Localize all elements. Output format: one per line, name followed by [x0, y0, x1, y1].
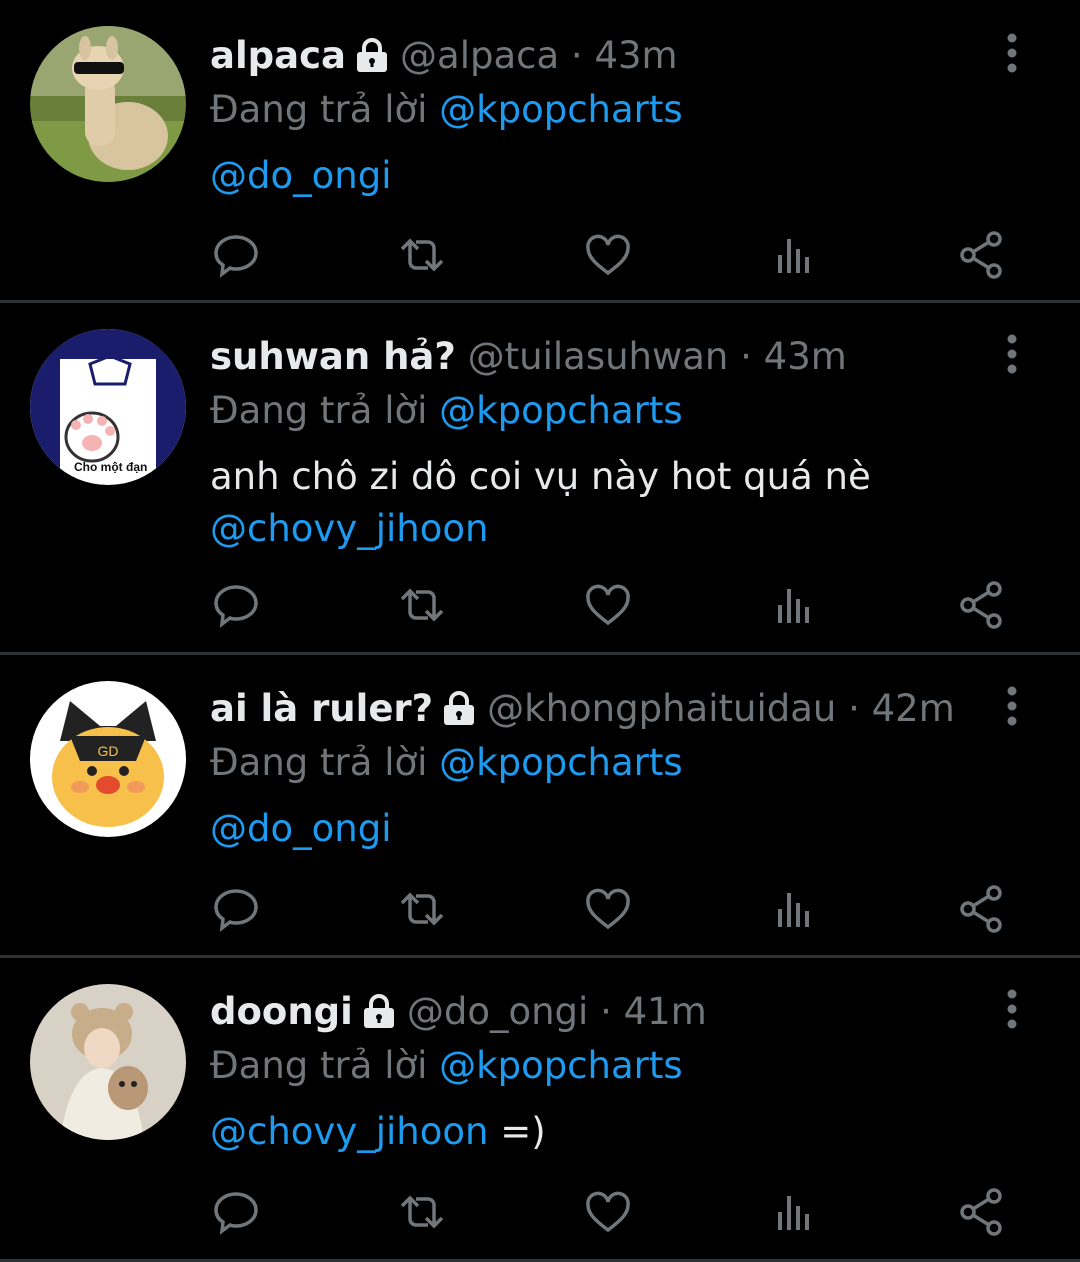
handle[interactable]: @do_ongi — [407, 990, 588, 1033]
reply-to-mention[interactable]: @kpopcharts — [439, 741, 683, 784]
avatar[interactable] — [30, 984, 186, 1140]
tweet[interactable]: Cho một đạn suhwan hả? @tuilasuhwan · 43… — [0, 303, 1080, 655]
views-icon[interactable] — [766, 575, 826, 635]
reply-timeline: alpaca @alpaca · 43m Đang trả lời @kpopch… — [0, 0, 1080, 1262]
share-icon[interactable] — [952, 225, 1012, 285]
tweet-text: @do_ongi — [210, 803, 990, 855]
tweet-header: alpaca @alpaca · 43m — [210, 28, 990, 84]
tweet-body: anh chô zi dô coi vụ này hot quá nè — [210, 455, 871, 498]
tweet-actions — [0, 879, 1080, 939]
tweet-content: alpaca @alpaca · 43m Đang trả lời @kpopch… — [210, 28, 990, 202]
tweet-text: @do_ongi — [210, 150, 990, 202]
reply-icon[interactable] — [206, 1182, 266, 1242]
mention-link[interactable]: @do_ongi — [210, 807, 391, 850]
tweet-text: anh chô zi dô coi vụ này hot quá nè @cho… — [210, 451, 990, 555]
like-icon[interactable] — [578, 1182, 638, 1242]
reply-icon[interactable] — [206, 225, 266, 285]
retweet-icon[interactable] — [392, 225, 452, 285]
display-name[interactable]: ai là ruler? — [210, 687, 433, 730]
avatar[interactable] — [30, 26, 186, 182]
timestamp[interactable]: · 41m — [600, 990, 707, 1033]
tweet-actions — [0, 1182, 1080, 1242]
reply-to-mention[interactable]: @kpopcharts — [439, 389, 683, 432]
more-options-icon[interactable] — [992, 986, 1032, 1036]
display-name[interactable]: suhwan hả? — [210, 335, 456, 378]
mention-link[interactable]: @chovy_jihoon — [210, 1110, 488, 1153]
tweet-content: suhwan hả? @tuilasuhwan · 43m Đang trả l… — [210, 329, 990, 555]
tweet-content: ai là ruler? @khongphaituidau · 42m Đang … — [210, 681, 990, 855]
share-icon[interactable] — [952, 1182, 1012, 1242]
handle[interactable]: @khongphaituidau — [487, 687, 836, 730]
tweet-actions — [0, 575, 1080, 635]
display-name[interactable]: alpaca — [210, 34, 346, 77]
tweet-header: ai là ruler? @khongphaituidau · 42m — [210, 681, 990, 737]
replying-to: Đang trả lời @kpopcharts — [210, 385, 990, 437]
more-options-icon[interactable] — [992, 683, 1032, 733]
tweet[interactable]: GD ai là ruler? @khongphaituidau · 42m Đa… — [0, 655, 1080, 958]
timestamp[interactable]: · 43m — [571, 34, 678, 77]
tweet-header: suhwan hả? @tuilasuhwan · 43m — [210, 329, 990, 385]
retweet-icon[interactable] — [392, 575, 452, 635]
replying-to-label: Đang trả lời — [210, 1044, 428, 1087]
reply-icon[interactable] — [206, 575, 266, 635]
timestamp[interactable]: · 42m — [848, 687, 955, 730]
like-icon[interactable] — [578, 225, 638, 285]
reply-to-mention[interactable]: @kpopcharts — [439, 88, 683, 131]
replying-to: Đang trả lời @kpopcharts — [210, 1040, 990, 1092]
handle[interactable]: @tuilasuhwan — [468, 335, 729, 378]
tweet[interactable]: doongi @do_ongi · 41m Đang trả lời @kpopc… — [0, 958, 1080, 1262]
retweet-icon[interactable] — [392, 1182, 452, 1242]
more-options-icon[interactable] — [992, 331, 1032, 381]
mention-link[interactable]: @do_ongi — [210, 154, 391, 197]
replying-to-label: Đang trả lời — [210, 389, 428, 432]
avatar-caption: Cho một đạn — [74, 460, 148, 474]
reply-to-mention[interactable]: @kpopcharts — [439, 1044, 683, 1087]
replying-to-label: Đang trả lời — [210, 88, 428, 131]
tweet-content: doongi @do_ongi · 41m Đang trả lời @kpopc… — [210, 984, 990, 1158]
lock-icon — [361, 990, 397, 1046]
views-icon[interactable] — [766, 225, 826, 285]
replying-to: Đang trả lời @kpopcharts — [210, 84, 990, 136]
avatar[interactable]: GD — [30, 681, 186, 837]
tweet-actions — [0, 225, 1080, 285]
svg-text:GD: GD — [98, 743, 119, 759]
replying-to-label: Đang trả lời — [210, 741, 428, 784]
avatar[interactable]: Cho một đạn — [30, 329, 186, 485]
retweet-icon[interactable] — [392, 879, 452, 939]
replying-to: Đang trả lời @kpopcharts — [210, 737, 990, 789]
like-icon[interactable] — [578, 575, 638, 635]
timestamp[interactable]: · 43m — [740, 335, 847, 378]
handle[interactable]: @alpaca — [400, 34, 559, 77]
lock-icon — [441, 687, 477, 743]
share-icon[interactable] — [952, 879, 1012, 939]
lock-icon — [354, 34, 390, 90]
share-icon[interactable] — [952, 575, 1012, 635]
views-icon[interactable] — [766, 879, 826, 939]
like-icon[interactable] — [578, 879, 638, 939]
reply-icon[interactable] — [206, 879, 266, 939]
display-name[interactable]: doongi — [210, 990, 353, 1033]
more-options-icon[interactable] — [992, 30, 1032, 80]
tweet[interactable]: alpaca @alpaca · 43m Đang trả lời @kpopch… — [0, 0, 1080, 303]
views-icon[interactable] — [766, 1182, 826, 1242]
tweet-header: doongi @do_ongi · 41m — [210, 984, 990, 1040]
tweet-text: @chovy_jihoon =) — [210, 1106, 990, 1158]
mention-link[interactable]: @chovy_jihoon — [210, 507, 488, 550]
tweet-body-suffix: =) — [488, 1110, 546, 1153]
